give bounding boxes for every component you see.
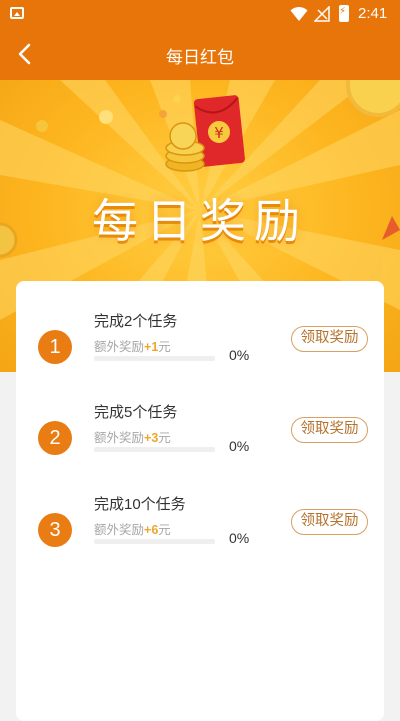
status-bar: 2:41 — [0, 0, 400, 28]
task-name: 完成10个任务 — [94, 496, 186, 513]
signal-icon — [314, 6, 330, 22]
extra-reward-amount: +3 — [144, 431, 159, 445]
progress-percent: 0% — [229, 530, 250, 546]
progress-percent: 0% — [229, 347, 250, 363]
task-name: 完成5个任务 — [94, 404, 178, 421]
extra-reward: 额外奖励+3元 — [94, 427, 171, 446]
task-card: 1 完成2个任务 额外奖励+1元 0% 领取奖励 2 完成5个任务 额外奖励+3… — [16, 281, 384, 721]
extra-reward-amount: +1 — [144, 340, 159, 354]
extra-reward-unit: 元 — [158, 523, 171, 537]
task-number: 1 — [38, 330, 72, 364]
extra-reward-label: 额外奖励 — [94, 340, 145, 354]
extra-reward-label: 额外奖励 — [94, 523, 145, 537]
extra-reward-amount: +6 — [144, 523, 159, 537]
task-number: 3 — [38, 513, 72, 547]
banner-title: 每日奖励 — [92, 194, 308, 248]
progress-bar — [94, 447, 215, 452]
extra-reward: 额外奖励+6元 — [94, 519, 171, 538]
wifi-icon — [290, 6, 308, 21]
task-row-1: 1 完成2个任务 额外奖励+1元 0% 领取奖励 — [16, 306, 384, 376]
currency-symbol: ¥ — [214, 124, 224, 142]
extra-reward-unit: 元 — [158, 340, 171, 354]
progress-bar — [94, 356, 215, 361]
reward-illustration: ¥ — [155, 92, 270, 181]
extra-reward: 额外奖励+1元 — [94, 336, 171, 355]
claim-reward-button[interactable]: 领取奖励 — [291, 326, 368, 352]
claim-reward-button[interactable]: 领取奖励 — [291, 417, 368, 443]
task-row-2: 2 完成5个任务 额外奖励+3元 0% 领取奖励 — [16, 397, 384, 467]
status-time: 2:41 — [358, 5, 388, 22]
image-icon — [10, 7, 24, 19]
task-name: 完成2个任务 — [94, 313, 178, 330]
extra-reward-unit: 元 — [158, 431, 171, 445]
nav-header: 每日红包 — [0, 28, 400, 80]
progress-percent: 0% — [229, 438, 250, 454]
task-number: 2 — [38, 421, 72, 455]
battery-icon — [339, 5, 349, 22]
extra-reward-label: 额外奖励 — [94, 431, 145, 445]
page-title: 每日红包 — [166, 48, 234, 67]
claim-reward-button[interactable]: 领取奖励 — [291, 509, 368, 535]
progress-bar — [94, 539, 215, 544]
task-row-3: 3 完成10个任务 额外奖励+6元 0% 领取奖励 — [16, 489, 384, 559]
